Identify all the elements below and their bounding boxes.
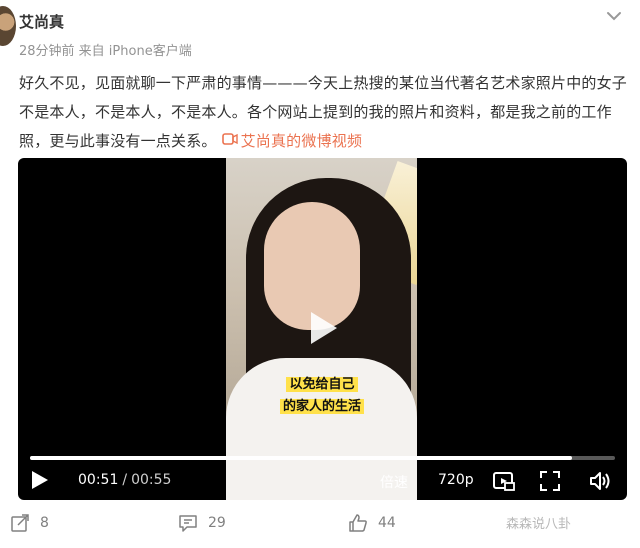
time-separator: /	[122, 472, 128, 488]
duration: 00:55	[131, 472, 172, 488]
current-time: 00:51	[78, 472, 119, 488]
time-display: 00:51/00:55	[78, 472, 171, 488]
post-meta: 28分钟前 来自 iPhone客户端	[19, 44, 192, 59]
fullscreen-icon[interactable]	[538, 469, 562, 493]
progress-bar[interactable]	[30, 456, 615, 460]
comment-button[interactable]: 29	[178, 513, 226, 533]
progress-fill	[30, 456, 573, 460]
pip-icon[interactable]	[492, 469, 516, 493]
share-button[interactable]: 8	[10, 513, 49, 533]
watermark: 森森说八卦	[506, 517, 572, 532]
post-text: 好久不见，见面就聊一下严肃的事情———今天上热搜的某位当代著名艺术家照片中的女子…	[19, 69, 629, 156]
play-icon[interactable]	[28, 469, 50, 491]
like-icon	[349, 514, 367, 532]
comment-icon	[179, 515, 197, 532]
share-count: 8	[40, 515, 49, 531]
video-subtitle: 以免给自己 的家人的生活	[272, 374, 372, 418]
username[interactable]: 艾尚真	[19, 11, 64, 32]
chevron-down-icon[interactable]	[604, 6, 624, 26]
volume-icon[interactable]	[588, 469, 612, 493]
subtitle-line-1: 以免给自己	[286, 377, 358, 392]
subtitle-line-2: 的家人的生活	[279, 399, 364, 414]
video-controls: 00:51/00:55 倍速 720p	[18, 466, 627, 496]
video-link-label: 艾尚真的微博视频	[240, 132, 363, 150]
video-link[interactable]: 艾尚真的微博视频	[221, 132, 363, 150]
like-count: 44	[378, 515, 396, 531]
video-player[interactable]: 以免给自己 的家人的生活 00:51/00:55 倍速 720p	[18, 158, 627, 500]
speed-button[interactable]: 倍速	[380, 472, 408, 492]
share-icon	[11, 514, 29, 532]
quality-button[interactable]: 720p	[438, 472, 474, 488]
like-button[interactable]: 44	[348, 513, 396, 533]
comment-count: 29	[208, 515, 226, 531]
play-icon[interactable]	[301, 308, 341, 348]
video-icon	[221, 133, 238, 145]
avatar[interactable]	[0, 6, 16, 46]
